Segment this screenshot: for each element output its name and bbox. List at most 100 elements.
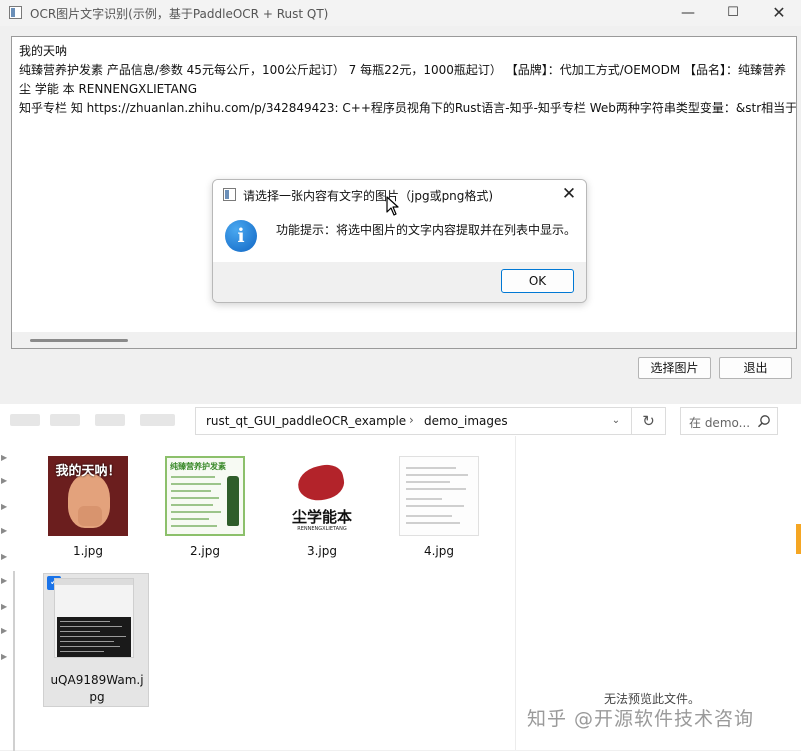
thumbnail-caption: 尘学能本 xyxy=(291,508,352,526)
expand-arrow-icon[interactable]: ▶ xyxy=(1,652,7,661)
search-icon xyxy=(758,415,770,428)
expand-arrow-icon[interactable]: ▶ xyxy=(1,453,7,462)
blurred-nav-button xyxy=(10,414,40,426)
expand-arrow-icon[interactable]: ▶ xyxy=(1,576,7,585)
thumbnail-logo xyxy=(294,461,348,505)
thumbnail-line xyxy=(406,467,456,469)
file-item[interactable]: 4.jpg xyxy=(386,450,492,570)
file-list[interactable]: 我的天呐！ 1.jpg 纯臻营养护发素 2.jpg 尘学能本 RENNENGXL… xyxy=(18,436,515,750)
thumbnail-hand xyxy=(78,506,102,526)
thumbnail-line xyxy=(171,518,209,520)
file-explorer-window: rust_qt_GUI_paddleOCR_example › demo_ima… xyxy=(0,404,801,751)
result-line[interactable]: 知乎专栏 知 https://zhuanlan.zhihu.com/p/3428… xyxy=(19,99,796,116)
terminal-line xyxy=(60,646,120,647)
info-icon: i xyxy=(225,220,257,252)
file-item[interactable]: 尘学能本 RENNENGXLIETANG 3.jpg xyxy=(269,450,375,570)
terminal-line xyxy=(60,636,126,637)
file-name: 1.jpg xyxy=(72,544,104,558)
app-titlebar[interactable]: OCR图片文字识别(示例，基于PaddleOCR + Rust QT) — ☐ … xyxy=(0,0,801,26)
thumbnail-line xyxy=(406,481,450,483)
chevron-down-icon[interactable]: ⌄ xyxy=(601,407,631,435)
refresh-button[interactable]: ↻ xyxy=(631,407,666,435)
thumbnail-line xyxy=(406,522,460,524)
file-thumbnail: 纯臻营养护发素 xyxy=(165,456,245,536)
thumbnail-line xyxy=(171,476,215,478)
app-title: OCR图片文字识别(示例，基于PaddleOCR + Rust QT) xyxy=(30,7,329,21)
blurred-nav-button xyxy=(140,414,175,426)
file-thumbnail: 尘学能本 RENNENGXLIETANG xyxy=(282,456,362,536)
thumbnail-bottle xyxy=(227,476,239,526)
thumbnail-caption: 纯臻营养护发素 xyxy=(170,462,226,471)
thumbnail-line xyxy=(171,497,219,499)
minimize-button[interactable]: — xyxy=(665,0,711,26)
file-thumbnail: 我的天呐！ xyxy=(48,456,128,536)
file-thumbnail xyxy=(399,456,479,536)
maximize-button[interactable]: ☐ xyxy=(710,0,756,26)
terminal-line xyxy=(60,621,110,622)
dialog-title: 请选择一张内容有文字的图片（jpg或png格式) xyxy=(243,189,494,203)
terminal-line xyxy=(60,641,114,642)
thumbnail-line xyxy=(406,505,464,507)
result-line[interactable]: 尘 学能 本 RENNENGXLIETANG xyxy=(19,80,197,97)
file-thumbnail xyxy=(54,578,134,658)
expand-arrow-icon[interactable]: ▶ xyxy=(1,552,7,561)
thumbnail-line xyxy=(406,498,442,500)
navigation-pane[interactable]: ▶ ▶ ▶ ▶ ▶ ▶ ▶ ▶ ▶ xyxy=(0,436,18,751)
file-name: uQA9189Wam.j pg xyxy=(44,672,150,706)
file-name-part: pg xyxy=(89,690,105,704)
thumbnail-window-bar xyxy=(55,579,133,585)
dialog-window-icon xyxy=(223,188,236,201)
thumbnail-line xyxy=(171,525,217,527)
close-button[interactable]: ✕ xyxy=(756,0,801,26)
expand-arrow-icon[interactable]: ▶ xyxy=(1,626,7,635)
search-input[interactable]: 在 demo... xyxy=(680,407,778,435)
dialog-titlebar[interactable]: 请选择一张内容有文字的图片（jpg或png格式) ✕ xyxy=(213,180,586,216)
thumbnail-caption: 我的天呐！ xyxy=(55,464,121,479)
breadcrumb-separator-icon: › xyxy=(409,413,414,427)
expand-arrow-icon[interactable]: ▶ xyxy=(1,502,7,511)
thumbnail-line xyxy=(171,511,221,513)
file-item[interactable]: 我的天呐！ 1.jpg xyxy=(35,450,141,570)
file-name: 4.jpg xyxy=(423,544,455,558)
breadcrumb-item[interactable]: rust_qt_GUI_paddleOCR_example xyxy=(206,414,406,428)
nav-tree-scrollbar[interactable] xyxy=(13,571,15,751)
result-line[interactable]: 纯臻营养护发素 产品信息/参数 45元每公斤，100公斤起订） 7 每瓶22元，… xyxy=(19,61,786,78)
thumbnail-line xyxy=(171,504,213,506)
result-line[interactable]: 我的天呐 xyxy=(19,42,67,59)
thumbnail-line xyxy=(171,483,221,485)
address-bar-strip: rust_qt_GUI_paddleOCR_example › demo_ima… xyxy=(0,404,801,436)
select-image-button[interactable]: 选择图片 xyxy=(638,357,711,379)
file-name-part: uQA9189Wam.j xyxy=(50,673,144,687)
file-item[interactable]: 纯臻营养护发素 2.jpg xyxy=(152,450,258,570)
terminal-line xyxy=(60,631,100,632)
watermark: 知乎 @开源软件技术咨询 xyxy=(527,708,755,730)
ok-button[interactable]: OK xyxy=(501,269,574,293)
breadcrumb-item[interactable]: demo_images xyxy=(424,414,508,428)
thumbnail-line xyxy=(406,515,452,517)
file-item-selected[interactable]: ✓ uQA9189Wam.j pg xyxy=(43,573,149,707)
dialog-close-button[interactable]: ✕ xyxy=(560,184,578,204)
thumbnail-line xyxy=(406,474,468,476)
breadcrumb[interactable]: rust_qt_GUI_paddleOCR_example › demo_ima… xyxy=(195,407,631,435)
edge-accent xyxy=(796,524,801,554)
expand-arrow-icon[interactable]: ▶ xyxy=(1,602,7,611)
thumbnail-terminal xyxy=(57,617,131,657)
expand-arrow-icon[interactable]: ▶ xyxy=(1,476,7,485)
thumbnail-subcaption: RENNENGXLIETANG xyxy=(297,526,347,532)
dialog-footer: OK xyxy=(213,262,586,302)
blurred-nav-button xyxy=(95,414,125,426)
blurred-nav-button xyxy=(50,414,80,426)
terminal-line xyxy=(60,626,122,627)
horizontal-scrollbar[interactable] xyxy=(12,332,796,348)
app-window-icon xyxy=(9,6,22,19)
thumbnail-line xyxy=(171,490,211,492)
dialog-message: 功能提示：将选中图片的文字内容提取并在列表中显示。 xyxy=(276,223,577,237)
file-name: 3.jpg xyxy=(306,544,338,558)
exit-button[interactable]: 退出 xyxy=(719,357,792,379)
preview-pane: 无法预览此文件。 知乎 @开源软件技术咨询 xyxy=(515,436,801,750)
file-name: 2.jpg xyxy=(189,544,221,558)
scrollbar-thumb[interactable] xyxy=(30,339,128,342)
info-dialog: 请选择一张内容有文字的图片（jpg或png格式) ✕ i 功能提示：将选中图片的… xyxy=(212,179,587,303)
expand-arrow-icon[interactable]: ▶ xyxy=(1,526,7,535)
terminal-line xyxy=(60,651,104,652)
